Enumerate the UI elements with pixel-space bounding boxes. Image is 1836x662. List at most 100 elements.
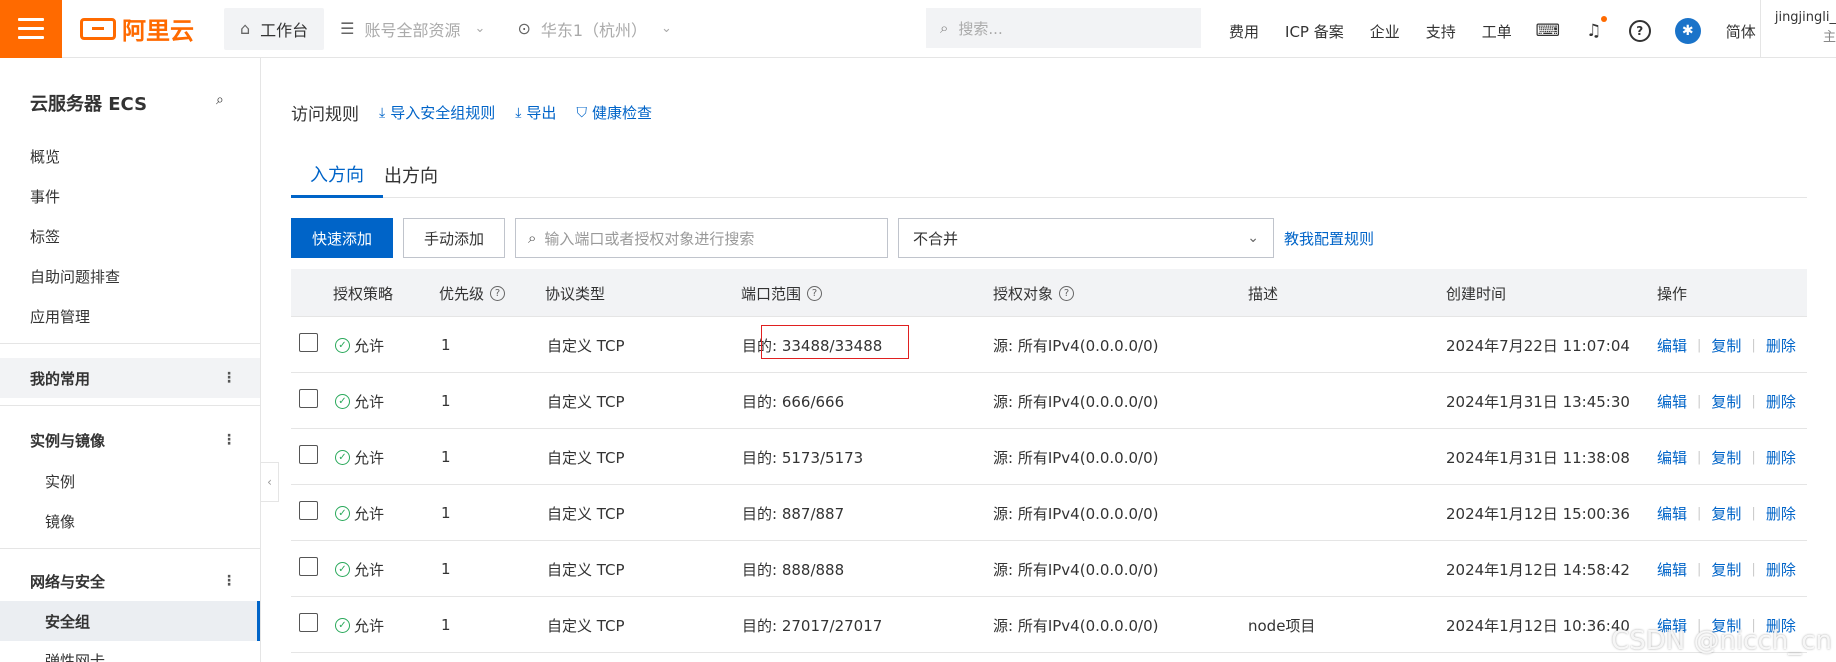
edit-link[interactable]: 编辑 <box>1657 447 1687 468</box>
avatar[interactable]: ✱ <box>1674 18 1701 44</box>
tab-inbound[interactable]: 入方向 <box>291 152 383 198</box>
highlight-box <box>761 325 909 359</box>
link-enterprise[interactable]: 企业 <box>1370 21 1400 42</box>
check-circle-icon: ✓ <box>335 393 350 409</box>
source-cell: 源: 所有IPv4(0.0.0.0/0) <box>993 392 1159 411</box>
source-cell: 源: 所有IPv4(0.0.0.0/0) <box>993 448 1159 467</box>
sidebar-group-favorites[interactable]: 我的常用 ⋮ <box>0 358 260 398</box>
watermark: CSDN @nicch_cn <box>1611 626 1832 656</box>
resources-label: 账号全部资源 <box>364 20 461 40</box>
sidebar-item-overview[interactable]: 概览 <box>30 146 60 167</box>
merge-select[interactable]: 不合并 ⌄ <box>898 218 1274 258</box>
export-link[interactable]: ⤓ 导出 <box>515 102 556 123</box>
link-icp[interactable]: ICP 备案 <box>1285 21 1344 42</box>
chevron-down-icon: ⌄ <box>1247 230 1259 246</box>
user-menu[interactable]: jingjingli_ 主 <box>1772 8 1836 48</box>
delete-link[interactable]: 删除 <box>1766 447 1796 468</box>
policy-cell: ✓ 允许 <box>335 317 384 373</box>
link-ticket[interactable]: 工单 <box>1482 21 1512 42</box>
created-cell: 2024年1月12日 10:36:40 <box>1446 616 1630 635</box>
priority-cell: 1 <box>441 616 451 634</box>
divider: | <box>1751 393 1756 409</box>
collapse-sidebar-button[interactable]: ‹ <box>261 462 279 502</box>
policy-cell: ✓ 允许 <box>335 597 384 653</box>
sidebar-group-network[interactable]: 网络与安全 ⋮ <box>0 561 260 601</box>
created-cell: 2024年1月31日 13:45:30 <box>1446 392 1630 411</box>
delete-link[interactable]: 删除 <box>1766 335 1796 356</box>
divider: | <box>1751 449 1756 465</box>
policy-text: 允许 <box>354 560 385 579</box>
row-checkbox[interactable] <box>299 445 318 464</box>
edit-link[interactable]: 编辑 <box>1657 335 1687 356</box>
row-checkbox[interactable] <box>299 613 318 632</box>
resources-dropdown[interactable]: ☰ 账号全部资源 ⌄ <box>324 8 501 50</box>
quick-add-button[interactable]: 快速添加 <box>291 218 393 258</box>
check-circle-icon: ✓ <box>335 505 350 521</box>
sidebar-item-eni[interactable]: 弹性网卡 <box>45 650 105 662</box>
sidebar-item-events[interactable]: 事件 <box>30 186 60 207</box>
search-icon[interactable]: ⌕ <box>216 92 224 108</box>
priority-cell: 1 <box>441 560 451 578</box>
sidebar-item-apps[interactable]: 应用管理 <box>30 306 90 327</box>
link-support[interactable]: 支持 <box>1426 21 1456 42</box>
sidebar-item-instances[interactable]: 实例 <box>45 471 75 492</box>
port-cell: 目的: 887/887 <box>742 504 845 523</box>
help-icon[interactable]: ? <box>1628 20 1651 42</box>
protocol-cell: 自定义 TCP <box>547 560 625 579</box>
bell-icon[interactable]: ♫ <box>1583 16 1607 42</box>
region-dropdown[interactable]: ⊙ 华东1（杭州） ⌄ <box>501 8 688 50</box>
import-rules-link[interactable]: ⤓ 导入安全组规则 <box>379 102 495 123</box>
language-switch[interactable]: 简体 <box>1726 21 1756 42</box>
edit-link[interactable]: 编辑 <box>1657 503 1687 524</box>
delete-link[interactable]: 删除 <box>1766 559 1796 580</box>
help-icon[interactable]: ? <box>490 285 506 301</box>
divider: | <box>1697 393 1702 409</box>
edit-link[interactable]: 编辑 <box>1657 391 1687 412</box>
sidebar-item-troubleshoot[interactable]: 自助问题排查 <box>30 266 120 287</box>
config-help-link[interactable]: 教我配置规则 <box>1284 228 1374 249</box>
workbench-button[interactable]: ⌂ 工作台 <box>224 7 325 50</box>
row-checkbox[interactable] <box>299 557 318 576</box>
copy-link[interactable]: 复制 <box>1711 447 1741 468</box>
row-checkbox[interactable] <box>299 333 318 352</box>
tab-outbound[interactable]: 出方向 <box>383 152 439 198</box>
more-icon[interactable]: ⋮ <box>222 432 236 448</box>
sidebar-item-security-group[interactable]: 安全组 <box>0 601 260 641</box>
group-label: 我的常用 <box>30 369 91 388</box>
policy-text: 允许 <box>354 504 385 523</box>
sidebar-group-instances[interactable]: 实例与镜像 ⋮ <box>0 420 260 460</box>
help-icon[interactable]: ? <box>1059 285 1075 301</box>
sidebar-item-images[interactable]: 镜像 <box>45 511 75 532</box>
delete-link[interactable]: 删除 <box>1766 503 1796 524</box>
table-header: 授权策略 优先级? 协议类型 端口范围? 授权对象? 描述 创建时间 操作 <box>291 269 1807 317</box>
copy-link[interactable]: 复制 <box>1711 559 1741 580</box>
link-billing[interactable]: 费用 <box>1229 21 1259 42</box>
priority-cell: 1 <box>441 448 451 466</box>
page-title: 访问规则 <box>291 105 359 125</box>
help-icon[interactable]: ? <box>807 285 823 301</box>
menu-button[interactable] <box>0 0 62 58</box>
row-checkbox[interactable] <box>299 501 318 520</box>
global-search-input[interactable]: ⌕ 搜索... <box>926 8 1201 48</box>
terminal-icon[interactable]: ⌨ <box>1536 20 1561 42</box>
copy-link[interactable]: 复制 <box>1711 391 1741 412</box>
more-icon[interactable]: ⋮ <box>222 370 236 386</box>
source-cell: 源: 所有IPv4(0.0.0.0/0) <box>993 560 1159 579</box>
logo[interactable]: 阿里云 <box>80 11 194 46</box>
sidebar-item-tags[interactable]: 标签 <box>30 226 60 247</box>
check-circle-icon: ✓ <box>335 617 350 633</box>
copy-link[interactable]: 复制 <box>1711 335 1741 356</box>
row-checkbox[interactable] <box>299 389 318 408</box>
manual-add-button[interactable]: 手动添加 <box>403 218 505 258</box>
delete-link[interactable]: 删除 <box>1766 391 1796 412</box>
ops-cell: 编辑 | 复制 | 删除 <box>1657 429 1796 485</box>
health-check-link[interactable]: ⛉ 健康检查 <box>576 102 652 123</box>
more-icon[interactable]: ⋮ <box>222 573 236 589</box>
copy-link[interactable]: 复制 <box>1711 503 1741 524</box>
col-policy: 授权策略 <box>333 284 394 303</box>
edit-link[interactable]: 编辑 <box>1657 559 1687 580</box>
priority-cell: 1 <box>441 336 451 354</box>
rule-search-input[interactable]: ⌕ 输入端口或者授权对象进行搜索 <box>515 218 888 258</box>
source-cell: 源: 所有IPv4(0.0.0.0/0) <box>993 616 1159 635</box>
port-cell: 目的: 666/666 <box>742 392 845 411</box>
